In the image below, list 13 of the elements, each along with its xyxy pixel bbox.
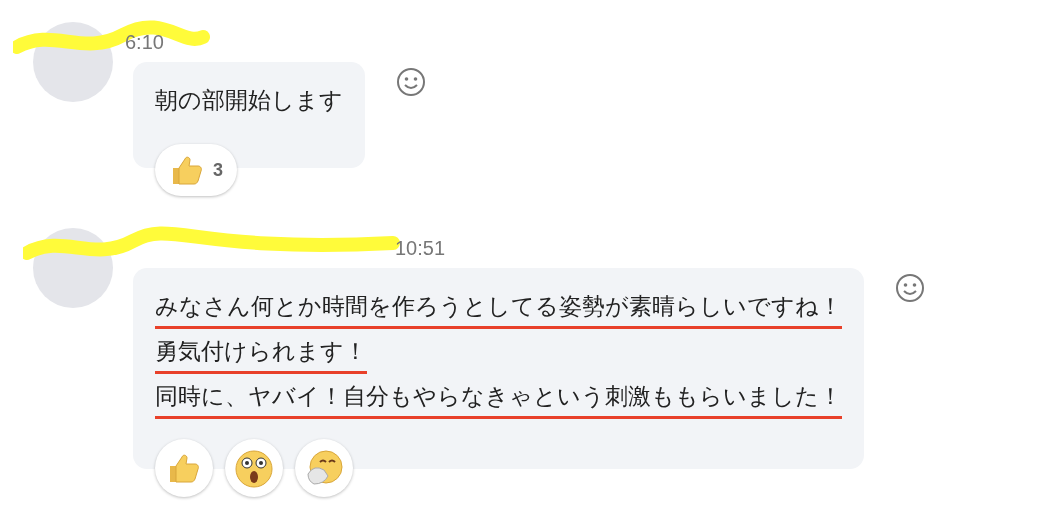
message-text: 同時に、ヤバイ！自分もやらなきゃという刺激ももらいました！	[155, 382, 842, 411]
message-time: 10:51	[395, 236, 446, 261]
message-text: みなさん何とか時間を作ろうとしてる姿勢が素晴らしいですね！	[155, 292, 842, 321]
reaction-button[interactable]: 3	[155, 144, 237, 196]
message-text: 勇気付けられます！	[155, 337, 367, 366]
add-reaction-icon[interactable]	[894, 272, 926, 304]
add-reaction-icon[interactable]	[395, 66, 427, 98]
message-time: 6:10	[125, 30, 164, 55]
astonished-face-icon	[234, 448, 274, 488]
message-text: 朝の部開始します	[155, 86, 343, 115]
reaction-count: 3	[213, 158, 223, 182]
reaction-button[interactable]	[225, 439, 283, 497]
face-with-hand-icon	[304, 448, 344, 488]
